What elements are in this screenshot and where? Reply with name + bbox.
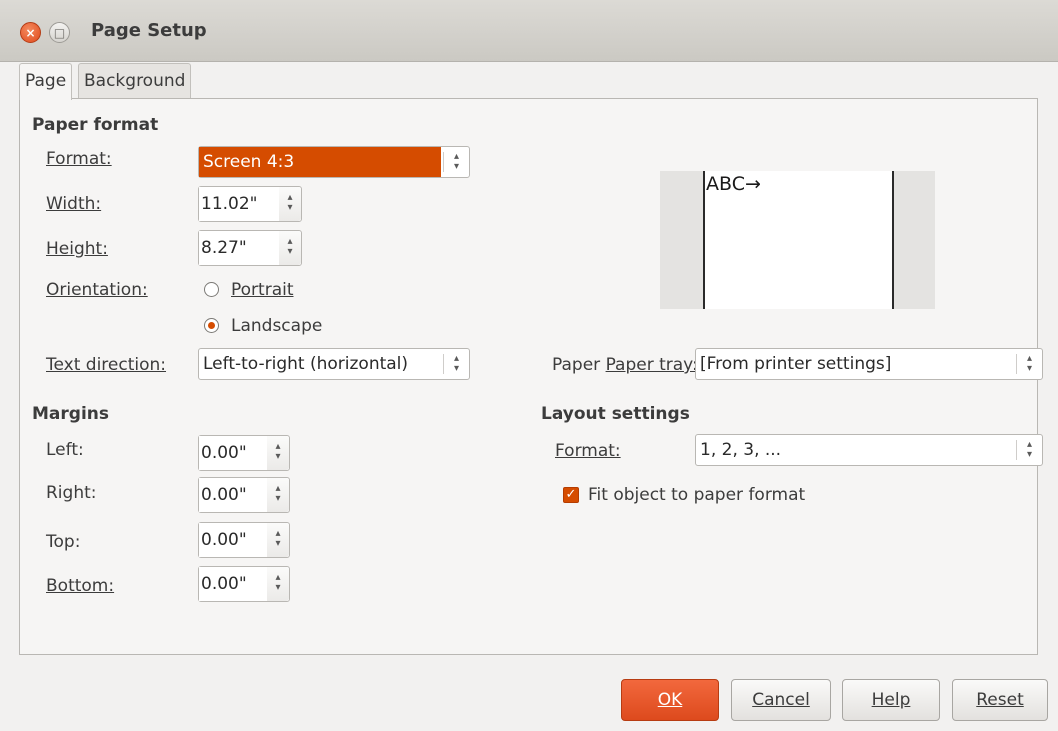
reset-button[interactable]: Reset — [952, 679, 1048, 721]
margin-top-spinbox[interactable]: 0.00" ▴ ▾ — [198, 522, 290, 558]
spin-arrows-icon[interactable]: ▴ ▾ — [267, 567, 289, 601]
ok-button-label: OK — [657, 690, 683, 710]
reset-button-label: Reset — [976, 690, 1024, 710]
close-window-icon[interactable]: × — [20, 22, 41, 43]
spin-arrows-icon[interactable]: ▴ ▾ — [267, 523, 289, 557]
portrait-label[interactable]: Portrait — [231, 280, 294, 300]
text-direction-label: Text direction: — [46, 355, 167, 375]
landscape-radio[interactable] — [204, 318, 219, 333]
margin-left-spinbox[interactable]: 0.00" ▴ ▾ — [198, 435, 290, 471]
layout-format-select[interactable]: 1, 2, 3, ... ▴ ▾ — [695, 434, 1043, 466]
margin-right-value: 0.00" — [199, 478, 269, 512]
landscape-label[interactable]: Landscape — [231, 316, 322, 336]
portrait-radio[interactable] — [204, 282, 219, 297]
width-label: Width: — [46, 194, 102, 214]
format-label: Format: — [46, 149, 112, 169]
fit-object-label[interactable]: Fit object to paper format — [588, 485, 805, 505]
updown-arrows-icon: ▴ ▾ — [453, 353, 460, 374]
paper-tray-select[interactable]: [From printer settings] ▴ ▾ — [695, 348, 1043, 380]
margins-heading: Margins — [32, 404, 109, 424]
width-spinbox[interactable]: 11.02" ▴ ▾ — [198, 186, 302, 222]
height-spinbox[interactable]: 8.27" ▴ ▾ — [198, 230, 302, 266]
tab-background[interactable]: Background — [78, 63, 192, 99]
layout-format-label: Format: — [555, 441, 621, 461]
ok-button[interactable]: OK — [621, 679, 719, 721]
layout-settings-heading: Layout settings — [541, 404, 690, 424]
margin-right-spinbox[interactable]: 0.00" ▴ ▾ — [198, 477, 290, 513]
preview-text: ABC→ — [706, 173, 761, 195]
spin-arrows-icon[interactable]: ▴ ▾ — [279, 231, 301, 265]
paper-tray-label: Paper Paper tray: — [552, 355, 698, 375]
margin-bottom-label: Bottom: — [46, 576, 115, 596]
margin-left-label: Left: — [46, 440, 84, 460]
spin-arrows-icon[interactable]: ▴ ▾ — [267, 478, 289, 512]
margin-left-value: 0.00" — [199, 436, 269, 470]
window-title: Page Setup — [91, 20, 207, 41]
margin-bottom-spinbox[interactable]: 0.00" ▴ ▾ — [198, 566, 290, 602]
paper-format-heading: Paper format — [32, 115, 159, 135]
tab-page-label: Page — [25, 71, 67, 91]
height-label: Height: — [46, 239, 108, 259]
text-direction-value: Left-to-right (horizontal) — [203, 354, 409, 374]
paper-tray-value: [From printer settings] — [700, 354, 892, 374]
cancel-button-label: Cancel — [752, 690, 810, 710]
help-button[interactable]: Help — [842, 679, 940, 721]
updown-arrows-icon: ▴ ▾ — [1026, 439, 1033, 460]
text-direction-select[interactable]: Left-to-right (horizontal) ▴ ▾ — [198, 348, 470, 380]
maximize-window-icon[interactable]: □ — [49, 22, 70, 43]
spin-arrows-icon[interactable]: ▴ ▾ — [267, 436, 289, 470]
format-select-value: Screen 4:3 — [199, 147, 441, 177]
height-value: 8.27" — [199, 231, 281, 265]
cancel-button[interactable]: Cancel — [731, 679, 831, 721]
help-button-label: Help — [871, 690, 911, 710]
updown-arrows-icon: ▴ ▾ — [453, 151, 460, 172]
paper-tray-label-text: Paper tray: — [605, 355, 698, 375]
fit-object-checkbox[interactable]: ✓ — [563, 487, 579, 503]
margin-bottom-value: 0.00" — [199, 567, 269, 601]
margin-top-label: Top: — [46, 532, 81, 552]
margin-top-value: 0.00" — [199, 523, 269, 557]
orientation-label: Orientation: — [46, 280, 148, 300]
tab-background-label: Background — [84, 71, 186, 91]
spin-arrows-icon[interactable]: ▴ ▾ — [279, 187, 301, 221]
format-select[interactable]: Screen 4:3 ▴ ▾ — [198, 146, 470, 178]
width-value: 11.02" — [199, 187, 281, 221]
layout-format-value: 1, 2, 3, ... — [700, 440, 782, 460]
margin-right-label: Right: — [46, 483, 97, 503]
updown-arrows-icon: ▴ ▾ — [1026, 353, 1033, 374]
tab-page[interactable]: Page — [19, 63, 73, 100]
